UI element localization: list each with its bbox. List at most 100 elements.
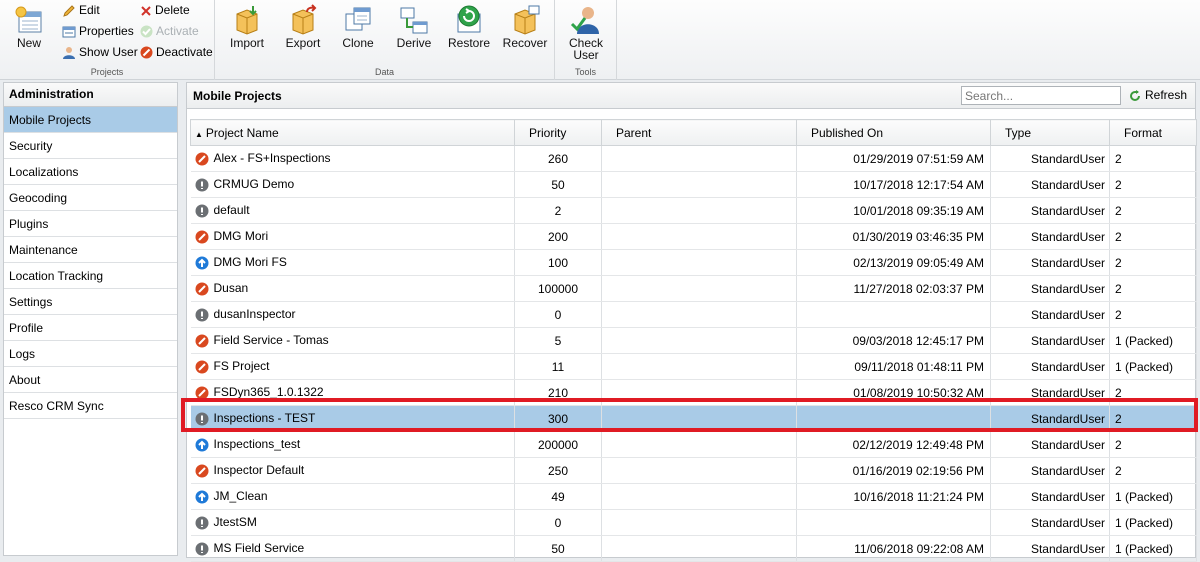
table-row[interactable]: Inspections_test 200000 02/12/2019 12:49:4…: [190, 431, 1197, 458]
mobile-projects-panel: Mobile Projects Refresh ▲Project Name Pr…: [186, 82, 1197, 562]
restore-button[interactable]: Restore: [444, 4, 494, 62]
cell-priority: 0: [514, 301, 602, 328]
check-user-button[interactable]: Check User: [561, 4, 611, 64]
new-button[interactable]: New: [4, 4, 54, 62]
edit-button[interactable]: Edit: [62, 1, 100, 19]
priority-value: 50: [551, 177, 565, 192]
cell-published: 10/01/2018 09:35:19 AM: [796, 197, 991, 224]
check-user-label-line2: User: [573, 48, 599, 62]
format-value: 1 (Packed): [1115, 333, 1174, 348]
import-button[interactable]: Import: [222, 4, 272, 62]
cell-parent: [601, 431, 797, 458]
priority-value: 210: [547, 385, 569, 400]
column-header-parent[interactable]: Parent: [601, 119, 797, 146]
activate-check-icon: [140, 25, 153, 38]
delete-button[interactable]: Delete: [140, 1, 190, 19]
table-row[interactable]: Inspector Default 250 01/16/2019 02:19:56 …: [190, 457, 1197, 484]
cell-parent: [601, 197, 797, 224]
column-header-project-name[interactable]: ▲ Project Name: [190, 119, 515, 146]
sidebar-item-plugins[interactable]: Plugins: [4, 211, 177, 237]
table-row[interactable]: FS Project 11 09/11/2018 01:48:11 PM Standa…: [190, 353, 1197, 380]
cell-published: [796, 301, 991, 328]
priority-value: 200000: [537, 437, 579, 452]
sidebar-item-settings[interactable]: Settings: [4, 289, 177, 315]
table-row[interactable]: JM_Clean 49 10/16/2018 11:21:24 PM Standard…: [190, 483, 1197, 510]
show-user-button[interactable]: Show User: [62, 43, 138, 61]
cell-format: 2: [1109, 457, 1197, 484]
deactivate-icon: [140, 46, 153, 59]
cell-format: 1 (Packed): [1109, 327, 1197, 354]
table-row[interactable]: CRMUG Demo 50 10/17/2018 12:17:54 AM Standa…: [190, 171, 1197, 198]
search-input[interactable]: [961, 86, 1121, 105]
name-value: Inspections_test: [213, 437, 301, 452]
cell-name: Inspections - TEST: [190, 405, 515, 432]
projects-table: ▲ Project Name Priority Parent Published …: [190, 119, 1197, 562]
sidebar-item-mobile-projects[interactable]: Mobile Projects: [4, 107, 177, 133]
sidebar-item-resco-crm-sync[interactable]: Resco CRM Sync: [4, 393, 177, 419]
type-value: StandardUser: [1030, 463, 1105, 478]
table-row[interactable]: FSDyn365_1.0.1322 210 01/08/2019 10:50:32 …: [190, 379, 1197, 406]
cell-name: FSDyn365_1.0.1322: [190, 379, 515, 406]
refresh-label: Refresh: [1145, 88, 1188, 102]
cell-published: 10/17/2018 12:17:54 AM: [796, 171, 991, 198]
sidebar-item-logs[interactable]: Logs: [4, 341, 177, 367]
column-header-priority[interactable]: Priority: [514, 119, 602, 146]
cell-type: StandardUser: [990, 405, 1110, 432]
table-row[interactable]: Inspections - TEST 300 StandardUser 2: [190, 405, 1197, 432]
type-value: StandardUser: [1030, 385, 1105, 400]
table-row[interactable]: DMG Mori 200 01/30/2019 03:46:35 PM Standar…: [190, 223, 1197, 250]
table-row[interactable]: JtestSM 0 StandardUser 1 (Packed): [190, 509, 1197, 536]
table-row[interactable]: default 2 10/01/2018 09:35:19 AM StandardUs…: [190, 197, 1197, 224]
inactive-status-icon: [195, 412, 208, 426]
cell-type: StandardUser: [990, 145, 1110, 172]
format-value: 2: [1115, 229, 1122, 244]
column-header-format[interactable]: Format: [1109, 119, 1197, 146]
table-row[interactable]: Dusan 100000 11/27/2018 02:03:37 PM Standar…: [190, 275, 1197, 302]
column-header-type[interactable]: Type: [990, 119, 1110, 146]
type-value: StandardUser: [1030, 203, 1105, 218]
cell-priority: 100: [514, 249, 602, 276]
table-row[interactable]: dusanInspector 0 StandardUser 2: [190, 301, 1197, 328]
refresh-button[interactable]: Refresh: [1129, 88, 1187, 102]
type-value: StandardUser: [1030, 333, 1105, 348]
sidebar-item-localizations[interactable]: Localizations: [4, 159, 177, 185]
sidebar-item-about[interactable]: About: [4, 367, 177, 393]
clone-button[interactable]: Clone: [333, 4, 383, 62]
format-value: 2: [1115, 281, 1122, 296]
deactivate-button[interactable]: Deactivate: [140, 43, 213, 61]
type-value: StandardUser: [1030, 541, 1105, 556]
sidebar-item-maintenance[interactable]: Maintenance: [4, 237, 177, 263]
properties-button[interactable]: Properties: [62, 22, 134, 40]
activate-button[interactable]: Activate: [140, 22, 199, 40]
sidebar-item-location-tracking[interactable]: Location Tracking: [4, 263, 177, 289]
column-label: Parent: [616, 125, 652, 140]
data-group-label: Data: [374, 67, 394, 77]
column-header-published-on[interactable]: Published On: [796, 119, 991, 146]
format-value: 1 (Packed): [1115, 489, 1174, 504]
delete-x-icon: [141, 6, 151, 16]
clone-label: Clone: [342, 36, 374, 50]
table-row[interactable]: Alex - FS+Inspections 260 01/29/2019 07:51…: [190, 145, 1197, 172]
cell-type: StandardUser: [990, 197, 1110, 224]
tools-group: Check User Tools: [555, 0, 617, 80]
name-value: dusanInspector: [213, 307, 296, 322]
recover-button[interactable]: Recover: [500, 4, 550, 62]
sidebar-item-profile[interactable]: Profile: [4, 315, 177, 341]
cell-published: 09/11/2018 01:48:11 PM: [796, 353, 991, 380]
column-label: Project Name: [205, 125, 279, 140]
cell-parent: [601, 145, 797, 172]
type-value: StandardUser: [1030, 359, 1105, 374]
export-button[interactable]: Export: [278, 4, 328, 62]
published-value: 02/13/2019 09:05:49 AM: [853, 255, 984, 270]
derive-button[interactable]: Derive: [389, 4, 439, 62]
cell-format: 2: [1109, 197, 1197, 224]
user-icon: [63, 46, 75, 59]
table-row[interactable]: DMG Mori FS 100 02/13/2019 09:05:49 AM Stan…: [190, 249, 1197, 276]
sidebar-item-security[interactable]: Security: [4, 133, 177, 159]
cell-published: 01/16/2019 02:19:56 PM: [796, 457, 991, 484]
type-value: StandardUser: [1030, 411, 1105, 426]
priority-value: 2: [554, 203, 562, 218]
sidebar-item-geocoding[interactable]: Geocoding: [4, 185, 177, 211]
table-row[interactable]: Field Service - Tomas 5 09/03/2018 12:45:1…: [190, 327, 1197, 354]
format-value: 1 (Packed): [1115, 541, 1174, 556]
